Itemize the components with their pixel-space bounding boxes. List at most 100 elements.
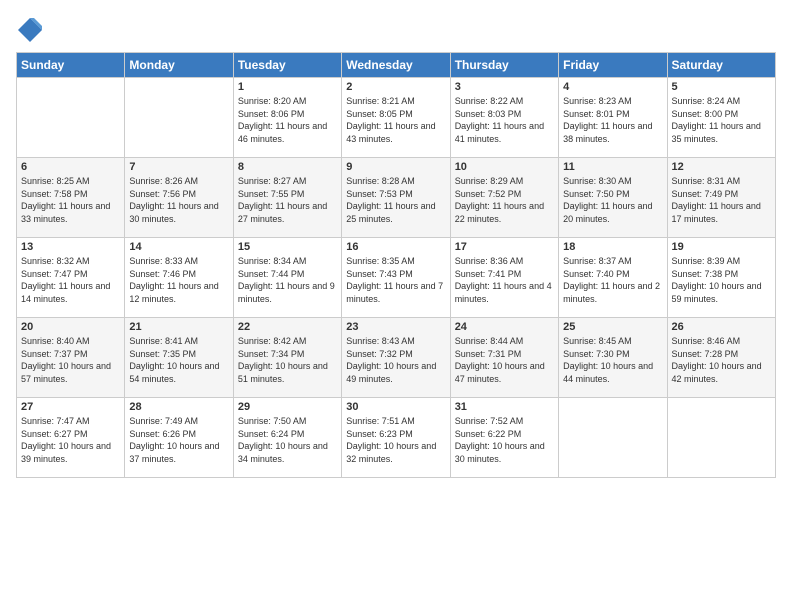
weekday-header-row: SundayMondayTuesdayWednesdayThursdayFrid… bbox=[17, 53, 776, 78]
calendar-cell: 22 Sunrise: 8:42 AM Sunset: 7:34 PM Dayli… bbox=[233, 318, 341, 398]
day-number: 9 bbox=[346, 161, 445, 173]
day-number: 16 bbox=[346, 241, 445, 253]
calendar-cell bbox=[17, 78, 125, 158]
week-row-1: 6 Sunrise: 8:25 AM Sunset: 7:58 PM Daylig… bbox=[17, 158, 776, 238]
calendar-cell: 24 Sunrise: 8:44 AM Sunset: 7:31 PM Dayli… bbox=[450, 318, 558, 398]
day-number: 23 bbox=[346, 321, 445, 333]
day-content: Sunrise: 8:29 AM Sunset: 7:52 PM Dayligh… bbox=[455, 175, 554, 225]
week-row-3: 20Sunrise: 8:40 AM Sunset: 7:37 PM Dayli… bbox=[17, 318, 776, 398]
calendar-cell: 16 Sunrise: 8:35 AM Sunset: 7:43 PM Dayli… bbox=[342, 238, 450, 318]
weekday-header-saturday: Saturday bbox=[667, 53, 775, 78]
calendar-cell: 26 Sunrise: 8:46 AM Sunset: 7:28 PM Dayli… bbox=[667, 318, 775, 398]
day-number: 8 bbox=[238, 161, 337, 173]
day-content: Sunrise: 8:30 AM Sunset: 7:50 PM Dayligh… bbox=[563, 175, 662, 225]
day-content: Sunrise: 8:42 AM Sunset: 7:34 PM Dayligh… bbox=[238, 335, 337, 385]
day-number: 29 bbox=[238, 401, 337, 413]
weekday-header-friday: Friday bbox=[559, 53, 667, 78]
day-number: 19 bbox=[672, 241, 771, 253]
week-row-4: 27 Sunrise: 7:47 AM Sunset: 6:27 PM Dayli… bbox=[17, 398, 776, 478]
calendar-cell: 30 Sunrise: 7:51 AM Sunset: 6:23 PM Dayli… bbox=[342, 398, 450, 478]
weekday-header-monday: Monday bbox=[125, 53, 233, 78]
day-content: Sunrise: 8:21 AM Sunset: 8:05 PM Dayligh… bbox=[346, 95, 445, 145]
day-content: Sunrise: 8:43 AM Sunset: 7:32 PM Dayligh… bbox=[346, 335, 445, 385]
calendar-cell: 5 Sunrise: 8:24 AM Sunset: 8:00 PM Daylig… bbox=[667, 78, 775, 158]
day-content: Sunrise: 8:25 AM Sunset: 7:58 PM Dayligh… bbox=[21, 175, 120, 225]
day-content: Sunrise: 7:47 AM Sunset: 6:27 PM Dayligh… bbox=[21, 415, 120, 465]
day-number: 14 bbox=[129, 241, 228, 253]
day-number: 11 bbox=[563, 161, 662, 173]
day-content: Sunrise: 8:39 AM Sunset: 7:38 PM Dayligh… bbox=[672, 255, 771, 305]
calendar-cell: 23 Sunrise: 8:43 AM Sunset: 7:32 PM Dayli… bbox=[342, 318, 450, 398]
day-number: 24 bbox=[455, 321, 554, 333]
day-content: Sunrise: 8:23 AM Sunset: 8:01 PM Dayligh… bbox=[563, 95, 662, 145]
day-number: 7 bbox=[129, 161, 228, 173]
calendar-cell: 25Sunrise: 8:45 AM Sunset: 7:30 PM Dayli… bbox=[559, 318, 667, 398]
day-number: 21 bbox=[129, 321, 228, 333]
day-number: 18 bbox=[563, 241, 662, 253]
calendar-cell: 29 Sunrise: 7:50 AM Sunset: 6:24 PM Dayli… bbox=[233, 398, 341, 478]
day-content: Sunrise: 8:27 AM Sunset: 7:55 PM Dayligh… bbox=[238, 175, 337, 225]
day-number: 28 bbox=[129, 401, 228, 413]
calendar-cell: 11 Sunrise: 8:30 AM Sunset: 7:50 PM Dayli… bbox=[559, 158, 667, 238]
weekday-header-tuesday: Tuesday bbox=[233, 53, 341, 78]
calendar-cell: 20Sunrise: 8:40 AM Sunset: 7:37 PM Dayli… bbox=[17, 318, 125, 398]
calendar-cell bbox=[125, 78, 233, 158]
day-content: Sunrise: 8:20 AM Sunset: 8:06 PM Dayligh… bbox=[238, 95, 337, 145]
day-number: 10 bbox=[455, 161, 554, 173]
logo-icon bbox=[16, 16, 44, 44]
day-content: Sunrise: 8:46 AM Sunset: 7:28 PM Dayligh… bbox=[672, 335, 771, 385]
day-number: 4 bbox=[563, 81, 662, 93]
day-number: 27 bbox=[21, 401, 120, 413]
day-number: 6 bbox=[21, 161, 120, 173]
day-number: 30 bbox=[346, 401, 445, 413]
calendar-cell: 10 Sunrise: 8:29 AM Sunset: 7:52 PM Dayli… bbox=[450, 158, 558, 238]
calendar-cell: 17 Sunrise: 8:36 AM Sunset: 7:41 PM Dayli… bbox=[450, 238, 558, 318]
day-content: Sunrise: 8:24 AM Sunset: 8:00 PM Dayligh… bbox=[672, 95, 771, 145]
day-number: 3 bbox=[455, 81, 554, 93]
day-content: Sunrise: 7:52 AM Sunset: 6:22 PM Dayligh… bbox=[455, 415, 554, 465]
day-content: Sunrise: 8:33 AM Sunset: 7:46 PM Dayligh… bbox=[129, 255, 228, 305]
day-content: Sunrise: 7:49 AM Sunset: 6:26 PM Dayligh… bbox=[129, 415, 228, 465]
calendar-cell: 8 Sunrise: 8:27 AM Sunset: 7:55 PM Daylig… bbox=[233, 158, 341, 238]
calendar-cell: 2 Sunrise: 8:21 AM Sunset: 8:05 PM Daylig… bbox=[342, 78, 450, 158]
calendar-table: SundayMondayTuesdayWednesdayThursdayFrid… bbox=[16, 52, 776, 478]
calendar-cell: 21 Sunrise: 8:41 AM Sunset: 7:35 PM Dayli… bbox=[125, 318, 233, 398]
calendar-cell: 1Sunrise: 8:20 AM Sunset: 8:06 PM Daylig… bbox=[233, 78, 341, 158]
day-number: 15 bbox=[238, 241, 337, 253]
calendar-cell bbox=[667, 398, 775, 478]
calendar-cell: 12Sunrise: 8:31 AM Sunset: 7:49 PM Dayli… bbox=[667, 158, 775, 238]
logo bbox=[16, 16, 46, 44]
day-content: Sunrise: 8:40 AM Sunset: 7:37 PM Dayligh… bbox=[21, 335, 120, 385]
day-content: Sunrise: 8:28 AM Sunset: 7:53 PM Dayligh… bbox=[346, 175, 445, 225]
day-number: 5 bbox=[672, 81, 771, 93]
weekday-header-wednesday: Wednesday bbox=[342, 53, 450, 78]
calendar-cell: 9 Sunrise: 8:28 AM Sunset: 7:53 PM Daylig… bbox=[342, 158, 450, 238]
day-content: Sunrise: 8:37 AM Sunset: 7:40 PM Dayligh… bbox=[563, 255, 662, 305]
day-content: Sunrise: 7:51 AM Sunset: 6:23 PM Dayligh… bbox=[346, 415, 445, 465]
calendar-cell: 6 Sunrise: 8:25 AM Sunset: 7:58 PM Daylig… bbox=[17, 158, 125, 238]
day-number: 26 bbox=[672, 321, 771, 333]
day-number: 17 bbox=[455, 241, 554, 253]
calendar-cell: 3 Sunrise: 8:22 AM Sunset: 8:03 PM Daylig… bbox=[450, 78, 558, 158]
calendar-cell: 27 Sunrise: 7:47 AM Sunset: 6:27 PM Dayli… bbox=[17, 398, 125, 478]
day-content: Sunrise: 8:36 AM Sunset: 7:41 PM Dayligh… bbox=[455, 255, 554, 305]
day-content: Sunrise: 8:34 AM Sunset: 7:44 PM Dayligh… bbox=[238, 255, 337, 305]
day-content: Sunrise: 8:22 AM Sunset: 8:03 PM Dayligh… bbox=[455, 95, 554, 145]
weekday-header-sunday: Sunday bbox=[17, 53, 125, 78]
day-number: 13 bbox=[21, 241, 120, 253]
calendar-cell: 28 Sunrise: 7:49 AM Sunset: 6:26 PM Dayli… bbox=[125, 398, 233, 478]
weekday-header-thursday: Thursday bbox=[450, 53, 558, 78]
calendar-cell: 19 Sunrise: 8:39 AM Sunset: 7:38 PM Dayli… bbox=[667, 238, 775, 318]
calendar-cell: 18 Sunrise: 8:37 AM Sunset: 7:40 PM Dayli… bbox=[559, 238, 667, 318]
day-content: Sunrise: 7:50 AM Sunset: 6:24 PM Dayligh… bbox=[238, 415, 337, 465]
day-content: Sunrise: 8:44 AM Sunset: 7:31 PM Dayligh… bbox=[455, 335, 554, 385]
day-content: Sunrise: 8:35 AM Sunset: 7:43 PM Dayligh… bbox=[346, 255, 445, 305]
header bbox=[16, 16, 776, 44]
day-number: 2 bbox=[346, 81, 445, 93]
day-content: Sunrise: 8:45 AM Sunset: 7:30 PM Dayligh… bbox=[563, 335, 662, 385]
day-content: Sunrise: 8:31 AM Sunset: 7:49 PM Dayligh… bbox=[672, 175, 771, 225]
calendar-cell: 7Sunrise: 8:26 AM Sunset: 7:56 PM Daylig… bbox=[125, 158, 233, 238]
day-content: Sunrise: 8:41 AM Sunset: 7:35 PM Dayligh… bbox=[129, 335, 228, 385]
calendar-cell: 14 Sunrise: 8:33 AM Sunset: 7:46 PM Dayli… bbox=[125, 238, 233, 318]
day-number: 22 bbox=[238, 321, 337, 333]
